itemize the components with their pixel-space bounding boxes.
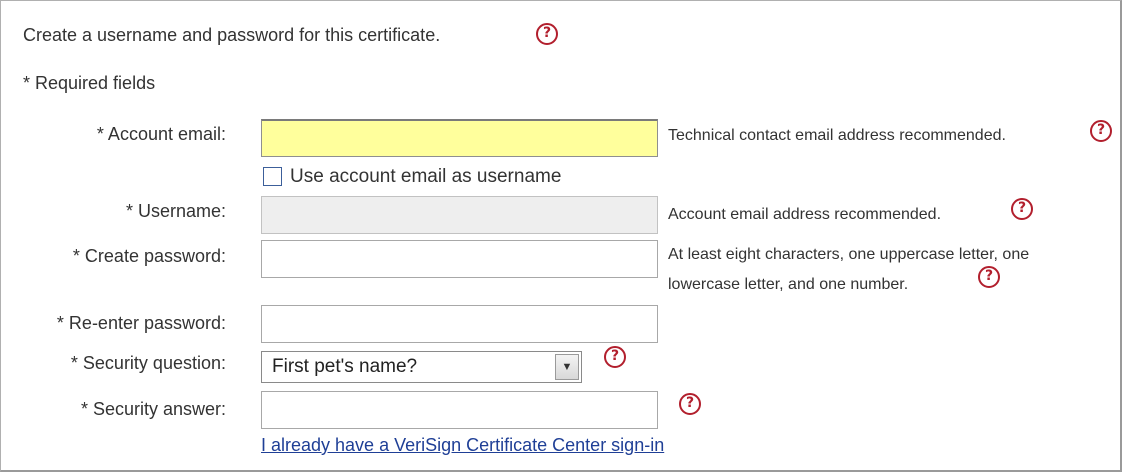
use-email-as-username-checkbox[interactable]: [263, 167, 282, 186]
username-input: [261, 196, 658, 234]
reenter-password-input[interactable]: [261, 305, 658, 343]
security-question-select[interactable]: First pet's name? ▼: [261, 351, 582, 383]
username-label: * Username:: [125, 201, 226, 221]
security-question-label: * Security question:: [70, 353, 226, 373]
account-email-hint: Technical contact email address recommen…: [668, 127, 1006, 144]
intro-text: Create a username and password for this …: [23, 25, 441, 45]
use-email-as-username-label[interactable]: Use account email as username: [290, 166, 561, 188]
create-password-input[interactable]: [261, 240, 658, 278]
required-fields-note: * Required fields: [23, 73, 156, 93]
help-icon-username[interactable]: ?: [1011, 198, 1033, 220]
help-icon-intro[interactable]: ?: [536, 23, 558, 45]
help-icon-security-question[interactable]: ?: [604, 346, 626, 368]
account-email-input[interactable]: [261, 119, 658, 157]
create-password-hint-line2: lowercase letter, and one number.: [668, 276, 909, 293]
security-answer-label: * Security answer:: [80, 399, 226, 419]
help-icon-account-email[interactable]: ?: [1090, 120, 1112, 142]
existing-signin-link[interactable]: I already have a VeriSign Certificate Ce…: [261, 435, 664, 456]
help-icon-password[interactable]: ?: [978, 266, 1000, 288]
account-email-label: * Account email:: [96, 124, 226, 144]
security-answer-input[interactable]: [261, 391, 658, 429]
create-password-hint-line1: At least eight characters, one uppercase…: [668, 246, 1030, 263]
reenter-password-label: * Re-enter password:: [56, 313, 226, 333]
help-icon-security-answer[interactable]: ?: [679, 393, 701, 415]
certificate-credentials-form: Create a username and password for this …: [0, 0, 1122, 472]
create-password-label: * Create password:: [72, 246, 226, 266]
username-hint: Account email address recommended.: [668, 206, 942, 223]
chevron-down-icon[interactable]: ▼: [555, 354, 579, 380]
